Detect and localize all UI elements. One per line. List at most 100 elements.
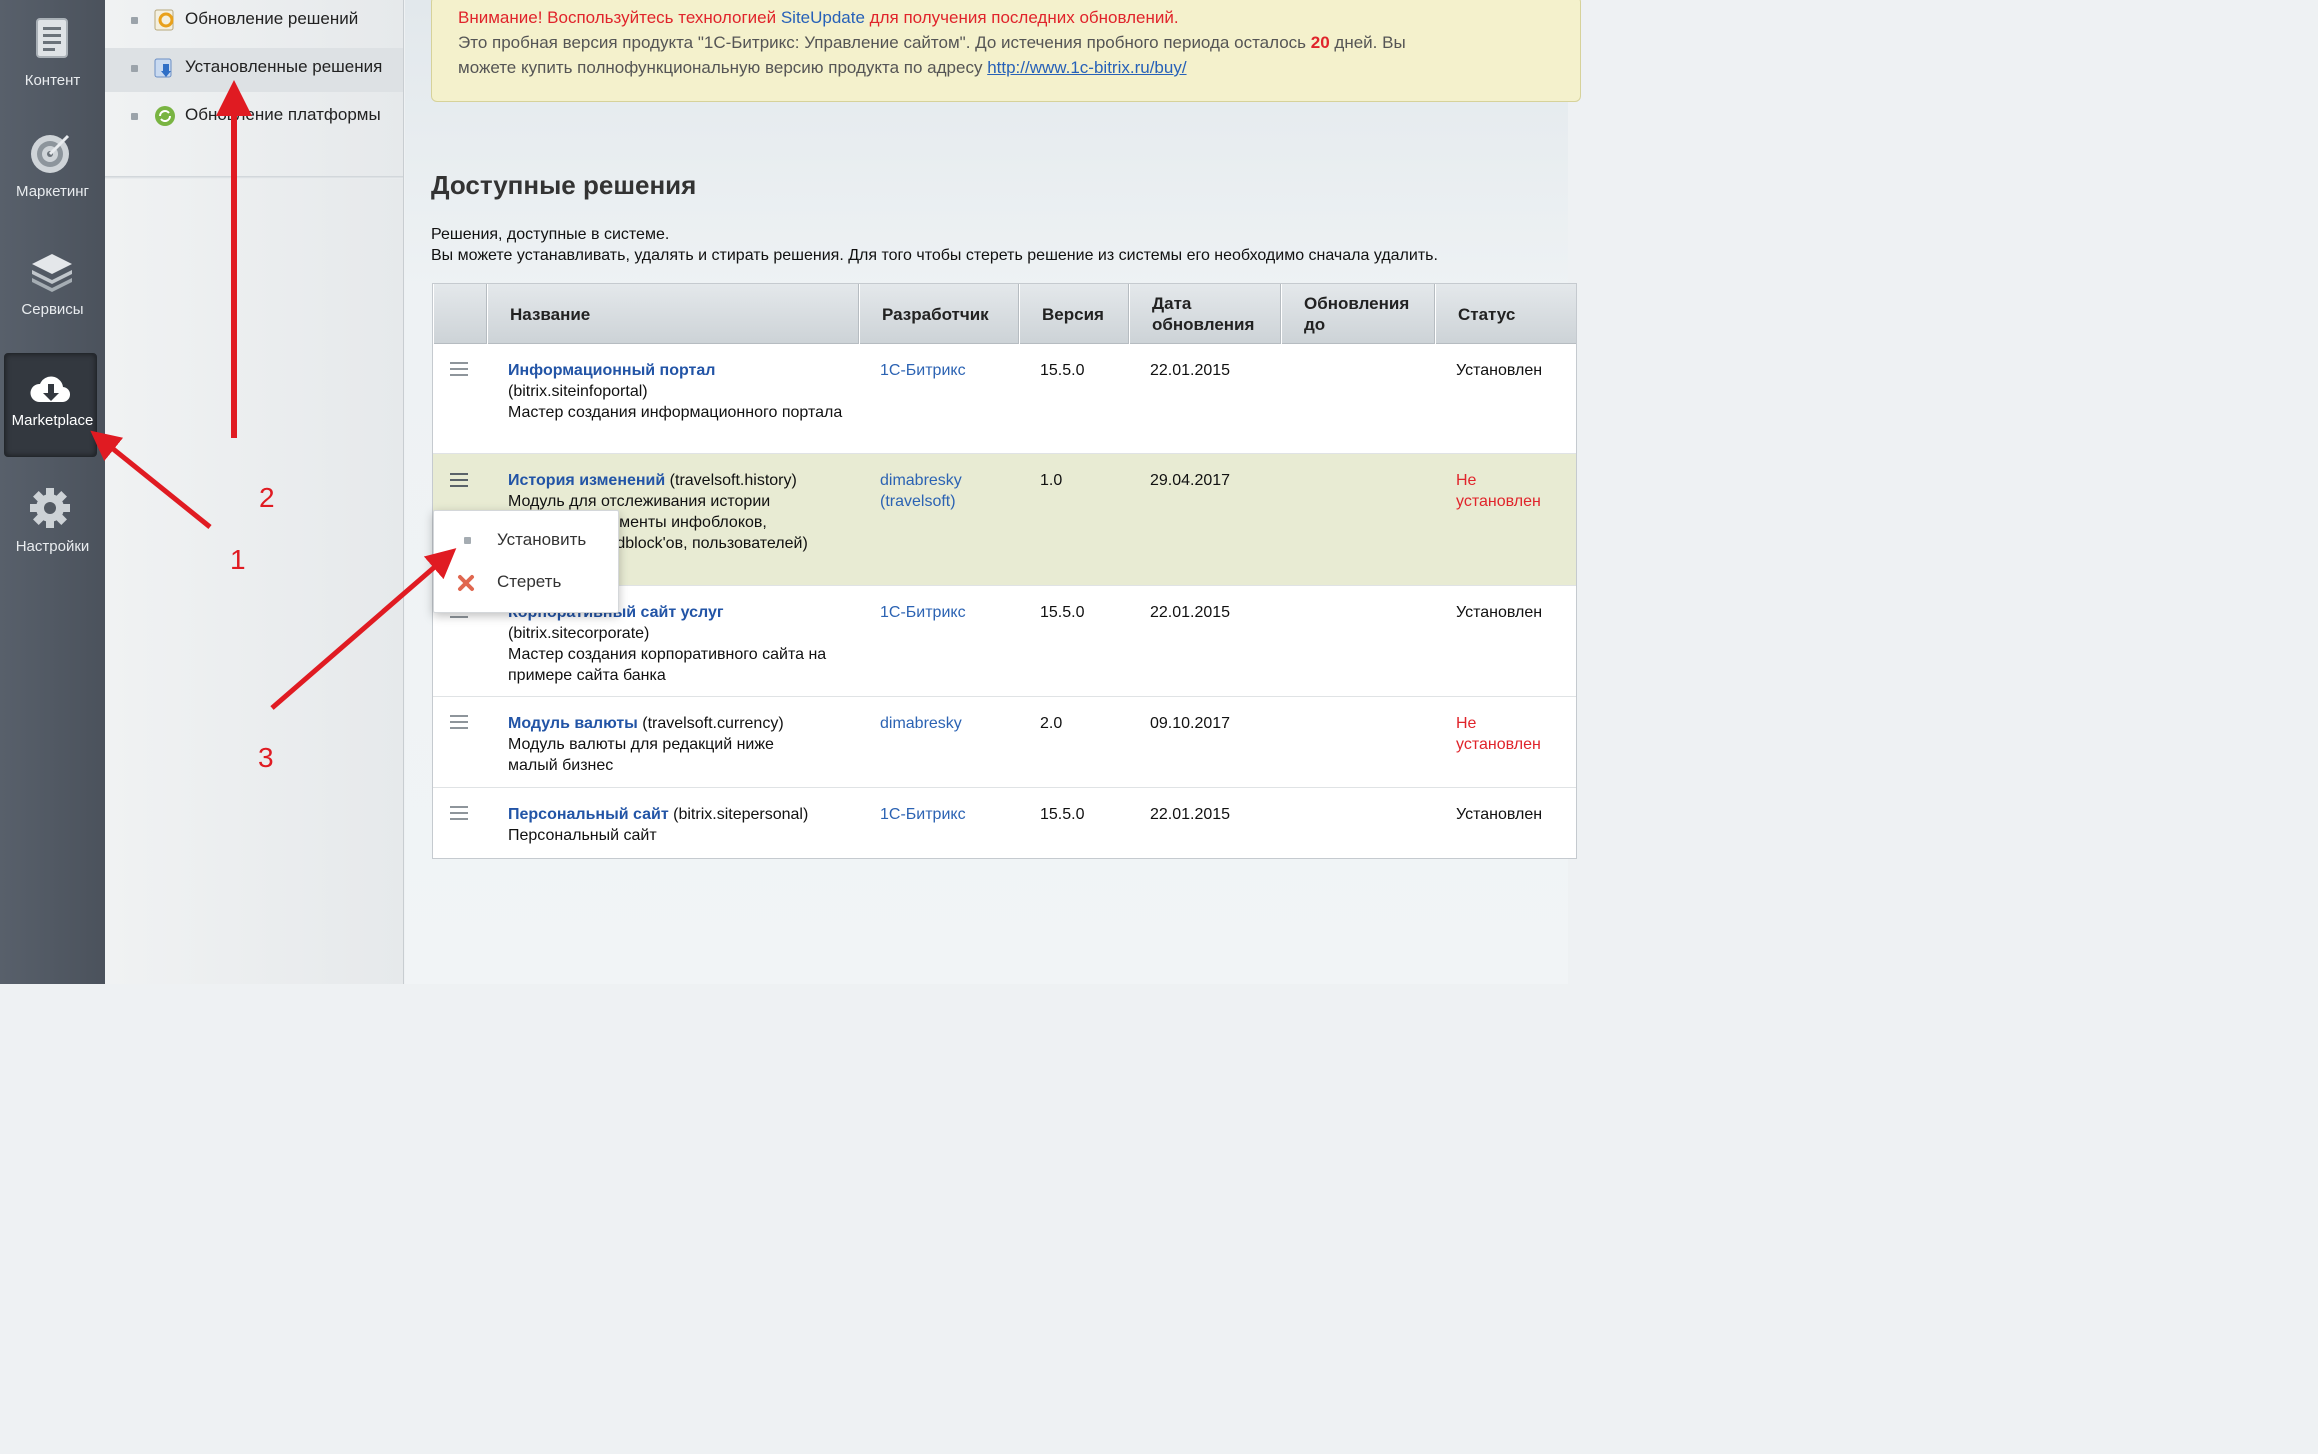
notice-warning-prefix: Внимание! Воспользуйтесь технологией <box>458 8 781 27</box>
annotation-number-2: 2 <box>259 482 275 513</box>
nav-item-settings[interactable]: Настройки <box>0 484 105 584</box>
cell-date: 22.01.2015 <box>1150 362 1231 379</box>
table-row: Модуль валюты (travelsoft.currency) Моду… <box>433 697 1576 788</box>
notice-buy-text: можете купить полнофункциональную версию… <box>458 58 988 77</box>
solution-description: Мастер создания информационного портала <box>508 404 843 421</box>
row-menu-icon[interactable] <box>450 362 468 376</box>
cell-status: Установлен <box>1456 362 1543 379</box>
solution-code: (bitrix.sitecorporate) <box>508 625 650 642</box>
cell-developer[interactable]: 1С-Битрикс <box>880 360 1010 381</box>
layers-icon <box>32 254 72 292</box>
solution-title-link[interactable]: Модуль валюты <box>508 715 638 732</box>
header-update-date-label: Дата обновления <box>1152 294 1255 334</box>
cell-date: 22.01.2015 <box>1150 604 1231 621</box>
buy-link[interactable]: http://www.1c-bitrix.ru/buy/ <box>987 58 1186 77</box>
cell-name: Информационный портал (bitrix.siteinfopo… <box>508 360 853 423</box>
document-icon <box>36 18 68 58</box>
notice-trial-text-end: дней. Вы <box>1329 33 1406 52</box>
annotation-number-3: 3 <box>258 742 274 773</box>
table-header: Название Разработчик Версия Дата обновле… <box>433 284 1576 344</box>
header-version[interactable]: Версия <box>1019 284 1129 344</box>
cell-date: 29.04.2017 <box>1150 472 1231 489</box>
install-label: Установить <box>497 530 587 549</box>
page-title: Доступные решения <box>431 170 697 200</box>
cell-developer[interactable]: dimabresky <box>880 713 962 734</box>
cell-version: 1.0 <box>1040 472 1063 489</box>
page-description: Решения, доступные в системе. Вы можете … <box>431 224 1438 266</box>
cell-status: Не установлен <box>1456 715 1541 753</box>
cell-status: Установлен <box>1456 806 1543 823</box>
submenu-label: Обновление решений <box>185 9 359 28</box>
solution-code: (bitrix.sitepersonal) <box>673 806 809 823</box>
row-menu-icon[interactable] <box>450 715 468 729</box>
header-actions <box>433 284 487 344</box>
submenu-item-solution-updates[interactable]: Обновление решений <box>105 0 403 44</box>
header-update-date[interactable]: Дата обновления <box>1129 284 1281 344</box>
notice-days-remaining: 20 <box>1310 33 1330 52</box>
annotation-number-1: 1 <box>230 544 246 575</box>
trial-notice: Внимание! Воспользуйтесь технологией Sit… <box>431 0 1581 102</box>
solution-title-link[interactable]: История изменений <box>508 472 665 489</box>
nav-item-content[interactable]: Контент <box>0 14 105 114</box>
submenu-label: Установленные решения <box>185 57 383 76</box>
nav-label: Сервисы <box>21 301 84 318</box>
nav-item-marketplace[interactable]: Marketplace <box>4 353 97 457</box>
solution-code: (bitrix.siteinfoportal) <box>508 383 648 400</box>
solution-title-link[interactable]: Информационный портал <box>508 362 715 379</box>
siteupdate-link[interactable]: SiteUpdate <box>781 8 865 27</box>
header-name[interactable]: Название <box>487 284 859 344</box>
solution-code: (travelsoft.history) <box>669 472 797 489</box>
installed-package-icon <box>154 58 172 78</box>
nav-label: Marketplace <box>11 412 94 429</box>
erase-label: Стереть <box>497 572 562 591</box>
row-menu-icon[interactable] <box>450 806 468 820</box>
bullet-icon <box>131 65 138 72</box>
solution-title-link[interactable]: Персональный сайт <box>508 806 669 823</box>
target-icon <box>31 134 70 173</box>
cell-name: Корпоративный сайт услуг (bitrix.sitecor… <box>508 602 853 686</box>
submenu-label: Обновление платформы <box>185 105 381 124</box>
cell-status: Не установлен <box>1456 472 1541 510</box>
cell-developer[interactable]: 1С-Битрикс <box>880 804 966 825</box>
install-menu-item[interactable]: Установить <box>434 520 620 560</box>
cell-version: 2.0 <box>1040 715 1063 732</box>
header-updates-until[interactable]: Обновления до <box>1281 284 1435 344</box>
submenu-panel: Обновление решений Установленные решения… <box>105 0 404 984</box>
submenu-item-installed-solutions[interactable]: Установленные решения <box>105 48 403 92</box>
cell-version: 15.5.0 <box>1040 362 1085 379</box>
main-content: Внимание! Воспользуйтесь технологией Sit… <box>405 0 1581 984</box>
cell-developer[interactable]: 1С-Битрикс <box>880 602 966 623</box>
header-status[interactable]: Статус <box>1435 284 1578 344</box>
cell-name: Персональный сайт (bitrix.sitepersonal) … <box>508 804 853 846</box>
cloud-download-icon <box>30 376 71 403</box>
cell-version: 15.5.0 <box>1040 604 1085 621</box>
erase-menu-item[interactable]: Стереть <box>434 562 620 602</box>
notice-trial-line: Это пробная версия продукта "1С-Битрикс:… <box>458 30 1580 55</box>
left-navigation: Контент Маркетинг Сервисы Marketplace На… <box>0 0 105 984</box>
nav-item-marketing[interactable]: Маркетинг <box>0 128 105 228</box>
notice-buy-line: можете купить полнофункциональную версию… <box>458 55 1580 80</box>
row-menu-icon[interactable] <box>450 473 468 487</box>
header-developer[interactable]: Разработчик <box>859 284 1019 344</box>
table-row: Информационный портал (bitrix.siteinfopo… <box>433 344 1576 454</box>
submenu-item-platform-update[interactable]: Обновление платформы <box>105 96 403 140</box>
cell-name: Модуль валюты (travelsoft.currency) Моду… <box>508 713 828 776</box>
row-action-menu: Установить Стереть <box>433 510 619 613</box>
nav-label: Настройки <box>15 538 90 555</box>
nav-label: Контент <box>24 72 81 89</box>
solution-code: (travelsoft.currency) <box>642 715 784 732</box>
bullet-icon <box>464 537 471 544</box>
delete-icon <box>458 575 474 591</box>
bullet-icon <box>131 17 138 24</box>
notice-warning-line: Внимание! Воспользуйтесь технологией Sit… <box>458 5 1580 30</box>
gear-icon <box>30 488 70 528</box>
header-updates-until-label: Обновления до <box>1304 294 1410 334</box>
nav-item-services[interactable]: Сервисы <box>0 250 105 350</box>
cell-status: Установлен <box>1456 604 1543 621</box>
cell-version: 15.5.0 <box>1040 806 1085 823</box>
description-line: Решения, доступные в системе. <box>431 226 670 243</box>
cell-developer[interactable]: dimabresky (travelsoft) <box>880 470 990 512</box>
submenu-divider <box>105 176 403 179</box>
cell-date: 09.10.2017 <box>1150 715 1231 732</box>
solution-description: Персональный сайт <box>508 827 657 844</box>
